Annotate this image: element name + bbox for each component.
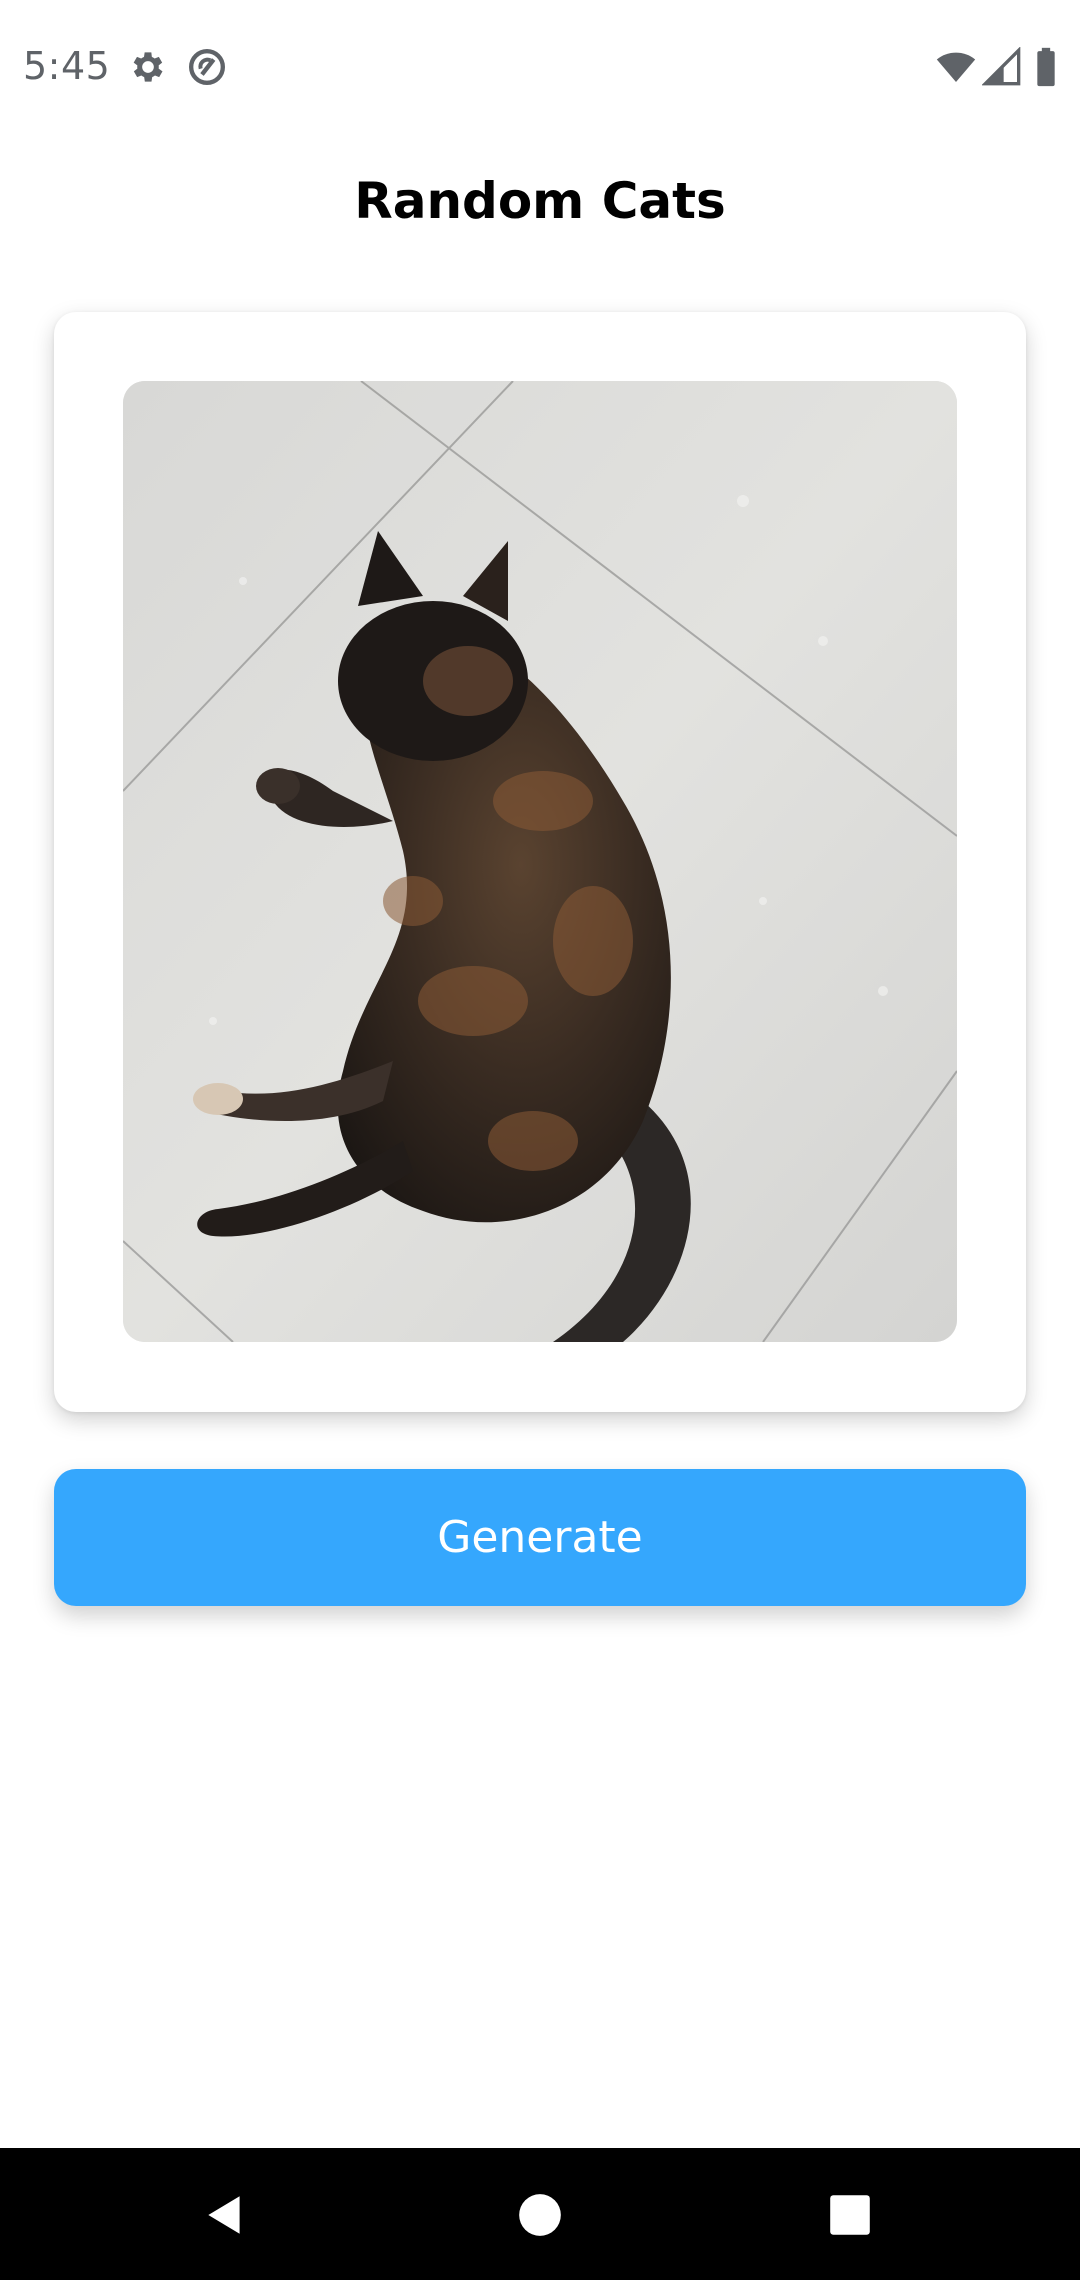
battery-icon [1034,47,1058,87]
generate-button[interactable]: Generate [54,1469,1026,1606]
gear-icon [128,47,168,87]
cat-photo [123,381,957,1342]
wifi-icon [934,47,978,87]
home-icon[interactable] [515,2190,565,2240]
status-bar: 5:45 [0,0,1080,132]
no-sync-icon [187,47,227,87]
navigation-bar [0,2148,1080,2280]
cat-card [54,312,1026,1412]
status-time: 5:45 [23,44,111,88]
recents-icon[interactable] [825,2190,875,2240]
cell-signal-icon [982,47,1022,87]
app-screen: 5:45 Random Cats Generate [0,0,1080,2280]
back-icon[interactable] [200,2190,250,2240]
page-title: Random Cats [354,172,726,230]
